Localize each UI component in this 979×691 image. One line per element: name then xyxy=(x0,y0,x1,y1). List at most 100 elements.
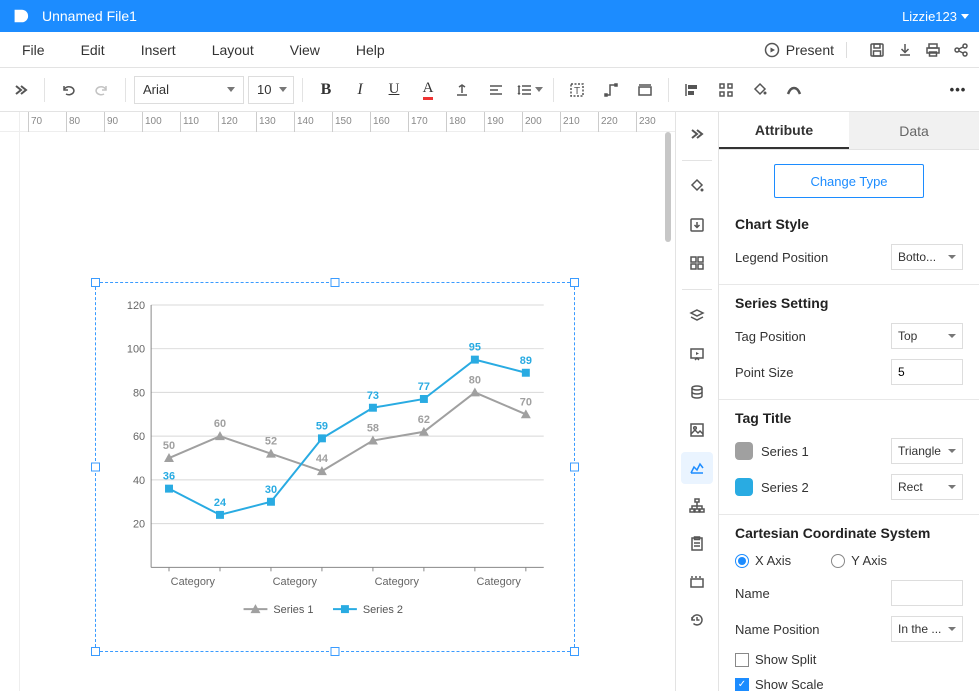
svg-text:80: 80 xyxy=(469,374,481,386)
container-icon[interactable] xyxy=(681,566,713,598)
stroke-style-icon[interactable] xyxy=(779,75,809,105)
scrollbar-thumb[interactable] xyxy=(665,132,671,242)
grid-icon[interactable] xyxy=(681,247,713,279)
menu-bar: File Edit Insert Layout View Help Presen… xyxy=(0,32,979,68)
document-title[interactable]: Unnamed File1 xyxy=(42,8,902,24)
distribute-icon[interactable] xyxy=(711,75,741,105)
resize-handle[interactable] xyxy=(570,278,579,287)
resize-handle[interactable] xyxy=(91,647,100,656)
ruler-tick: 150 xyxy=(332,112,352,132)
series2-shape-select[interactable]: Rect xyxy=(891,474,963,500)
svg-text:59: 59 xyxy=(316,420,328,432)
resize-handle[interactable] xyxy=(91,463,100,472)
tab-data[interactable]: Data xyxy=(849,112,979,149)
radio-y-axis[interactable]: Y Axis xyxy=(831,553,887,568)
expand-panel-icon[interactable] xyxy=(681,118,713,150)
undo-icon[interactable] xyxy=(53,75,83,105)
axis-name-pos-label: Name Position xyxy=(735,622,891,637)
resize-handle[interactable] xyxy=(570,463,579,472)
font-color-icon[interactable]: A xyxy=(413,75,443,105)
axis-name-input[interactable] xyxy=(891,580,963,606)
ruler-tick: 170 xyxy=(408,112,428,132)
present-caret-icon[interactable] xyxy=(846,42,855,58)
section-axis: Cartesian Coordinate System xyxy=(735,525,963,541)
line-chart: 20406080100120CategoryCategoryCategoryCa… xyxy=(116,297,554,627)
legend-position-select[interactable]: Botto... xyxy=(891,244,963,270)
menu-layout[interactable]: Layout xyxy=(194,42,272,58)
bold-icon[interactable]: B xyxy=(311,75,341,105)
resize-handle[interactable] xyxy=(331,278,340,287)
series1-swatch xyxy=(735,442,753,460)
save-icon[interactable] xyxy=(863,36,891,64)
tag-position-label: Tag Position xyxy=(735,329,891,344)
text-box-icon[interactable]: T xyxy=(562,75,592,105)
image-icon[interactable] xyxy=(681,414,713,446)
resize-handle[interactable] xyxy=(570,647,579,656)
connector-icon[interactable] xyxy=(596,75,626,105)
tag-position-select[interactable]: Top xyxy=(891,323,963,349)
layers-icon[interactable] xyxy=(681,300,713,332)
tab-attribute[interactable]: Attribute xyxy=(719,112,849,149)
svg-text:50: 50 xyxy=(163,440,175,452)
svg-text:77: 77 xyxy=(418,381,430,393)
radio-x-axis[interactable]: X Axis xyxy=(735,553,791,568)
download-icon[interactable] xyxy=(891,36,919,64)
svg-text:Category: Category xyxy=(171,576,216,588)
text-highlight-icon[interactable] xyxy=(447,75,477,105)
section-chart-style: Chart Style xyxy=(735,216,963,232)
align-icon[interactable] xyxy=(481,75,511,105)
ruler-tick: 210 xyxy=(560,112,580,132)
history-icon[interactable] xyxy=(681,604,713,636)
menu-edit[interactable]: Edit xyxy=(63,42,123,58)
vertical-ruler xyxy=(0,132,20,691)
point-size-input[interactable] xyxy=(891,359,963,385)
database-icon[interactable] xyxy=(681,376,713,408)
more-icon[interactable]: ••• xyxy=(943,75,973,105)
chart-selection[interactable]: 20406080100120CategoryCategoryCategoryCa… xyxy=(95,282,575,652)
series2-swatch xyxy=(735,478,753,496)
line-spacing-icon[interactable] xyxy=(515,75,545,105)
svg-text:60: 60 xyxy=(214,418,226,430)
present-button[interactable]: Present xyxy=(756,42,863,58)
canvas[interactable]: 20406080100120CategoryCategoryCategoryCa… xyxy=(20,132,675,691)
side-tool-strip xyxy=(675,112,719,691)
resize-handle[interactable] xyxy=(91,278,100,287)
svg-text:Series 2: Series 2 xyxy=(363,604,403,616)
align-objects-icon[interactable] xyxy=(677,75,707,105)
fill-color-icon[interactable] xyxy=(745,75,775,105)
svg-text:89: 89 xyxy=(520,355,532,367)
resize-handle[interactable] xyxy=(331,647,340,656)
svg-text:36: 36 xyxy=(163,471,175,483)
change-type-button[interactable]: Change Type xyxy=(774,164,924,198)
series1-shape-select[interactable]: Triangle xyxy=(891,438,963,464)
axis-name-pos-select[interactable]: In the ... xyxy=(891,616,963,642)
menu-insert[interactable]: Insert xyxy=(123,42,194,58)
wrap-icon[interactable] xyxy=(630,75,660,105)
menu-file[interactable]: File xyxy=(4,42,63,58)
print-icon[interactable] xyxy=(919,36,947,64)
export-icon[interactable] xyxy=(681,209,713,241)
collapse-panel-icon[interactable] xyxy=(6,75,36,105)
series1-label: Series 1 xyxy=(761,444,809,459)
orgchart-icon[interactable] xyxy=(681,490,713,522)
share-icon[interactable] xyxy=(947,36,975,64)
horizontal-ruler: 7080901001101201301401501601701801902002… xyxy=(0,112,675,132)
theme-icon[interactable] xyxy=(681,171,713,203)
font-family-select[interactable]: Arial xyxy=(134,76,244,104)
italic-icon[interactable]: I xyxy=(345,75,375,105)
svg-text:80: 80 xyxy=(133,387,145,399)
chart-tool-icon[interactable] xyxy=(681,452,713,484)
font-size-select[interactable]: 10 xyxy=(248,76,294,104)
ruler-tick: 230 xyxy=(636,112,656,132)
menu-view[interactable]: View xyxy=(272,42,338,58)
clipboard-icon[interactable] xyxy=(681,528,713,560)
canvas-area: 7080901001101201301401501601701801902002… xyxy=(0,112,675,691)
slideshow-icon[interactable] xyxy=(681,338,713,370)
svg-text:Category: Category xyxy=(477,576,522,588)
redo-icon[interactable] xyxy=(87,75,117,105)
menu-help[interactable]: Help xyxy=(338,42,403,58)
show-scale-checkbox[interactable]: Show Scale xyxy=(735,677,824,691)
show-split-checkbox[interactable]: Show Split xyxy=(735,652,816,667)
underline-icon[interactable]: U xyxy=(379,75,409,105)
user-menu[interactable]: Lizzie123 xyxy=(902,9,969,24)
